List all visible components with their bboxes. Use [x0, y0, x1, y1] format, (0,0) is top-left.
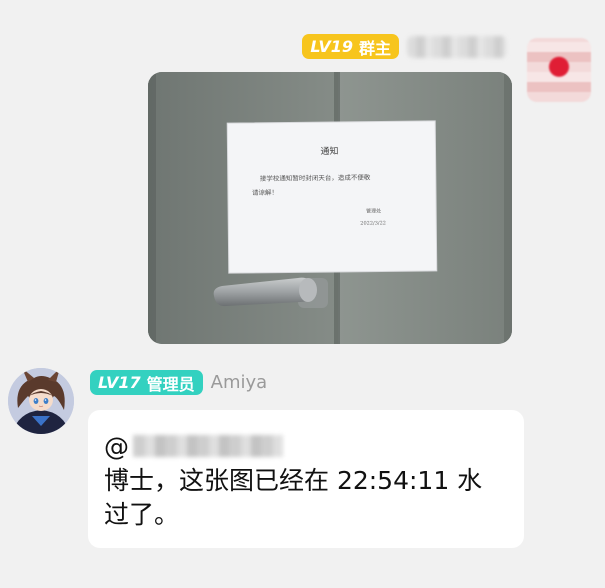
notice-title: 通知 — [320, 145, 338, 157]
level-text: LV17 — [98, 373, 141, 392]
sender-name[interactable]: Amiya — [211, 372, 268, 393]
avatar-amiya[interactable] — [8, 368, 74, 434]
notice-line-1: 接学校通知暂时封闭天台，造成不便敬 — [260, 173, 371, 183]
avatar-owner[interactable] — [527, 38, 591, 102]
notice-date: 2022/3/22 — [360, 220, 386, 226]
sender-name-redacted — [407, 35, 507, 58]
level-badge-owner: LV19 群主 — [302, 34, 399, 59]
level-badge-admin: LV17 管理员 — [90, 370, 203, 395]
mention-at-sign: @ — [104, 431, 129, 461]
level-text: LV19 — [310, 37, 353, 56]
top-message-header: LV19 群主 — [302, 34, 507, 59]
image-message[interactable]: 通知 接学校通知暂时封闭天台，造成不便敬 请谅解！ 管理处 2022/3/22 — [148, 72, 512, 344]
text-message-bubble[interactable]: @ 博士，这张图已经在 22:54:11 水 过了。 — [88, 410, 524, 548]
anime-character-avatar-icon — [8, 368, 74, 434]
mention[interactable]: @ — [104, 430, 510, 462]
notice-signoff: 管理处 — [366, 207, 381, 214]
door-notice-photo: 通知 接学校通知暂时封闭天台，造成不便敬 请谅解！ 管理处 2022/3/22 — [148, 72, 512, 344]
role-text: 群主 — [358, 38, 391, 58]
notice-line-2: 请谅解！ — [252, 188, 278, 197]
role-text: 管理员 — [146, 374, 195, 394]
mention-name-redacted — [133, 435, 283, 457]
second-message-header: LV17 管理员 Amiya — [90, 370, 267, 395]
message-text: 博士，这张图已经在 22:54:11 水 过了。 — [104, 466, 483, 529]
